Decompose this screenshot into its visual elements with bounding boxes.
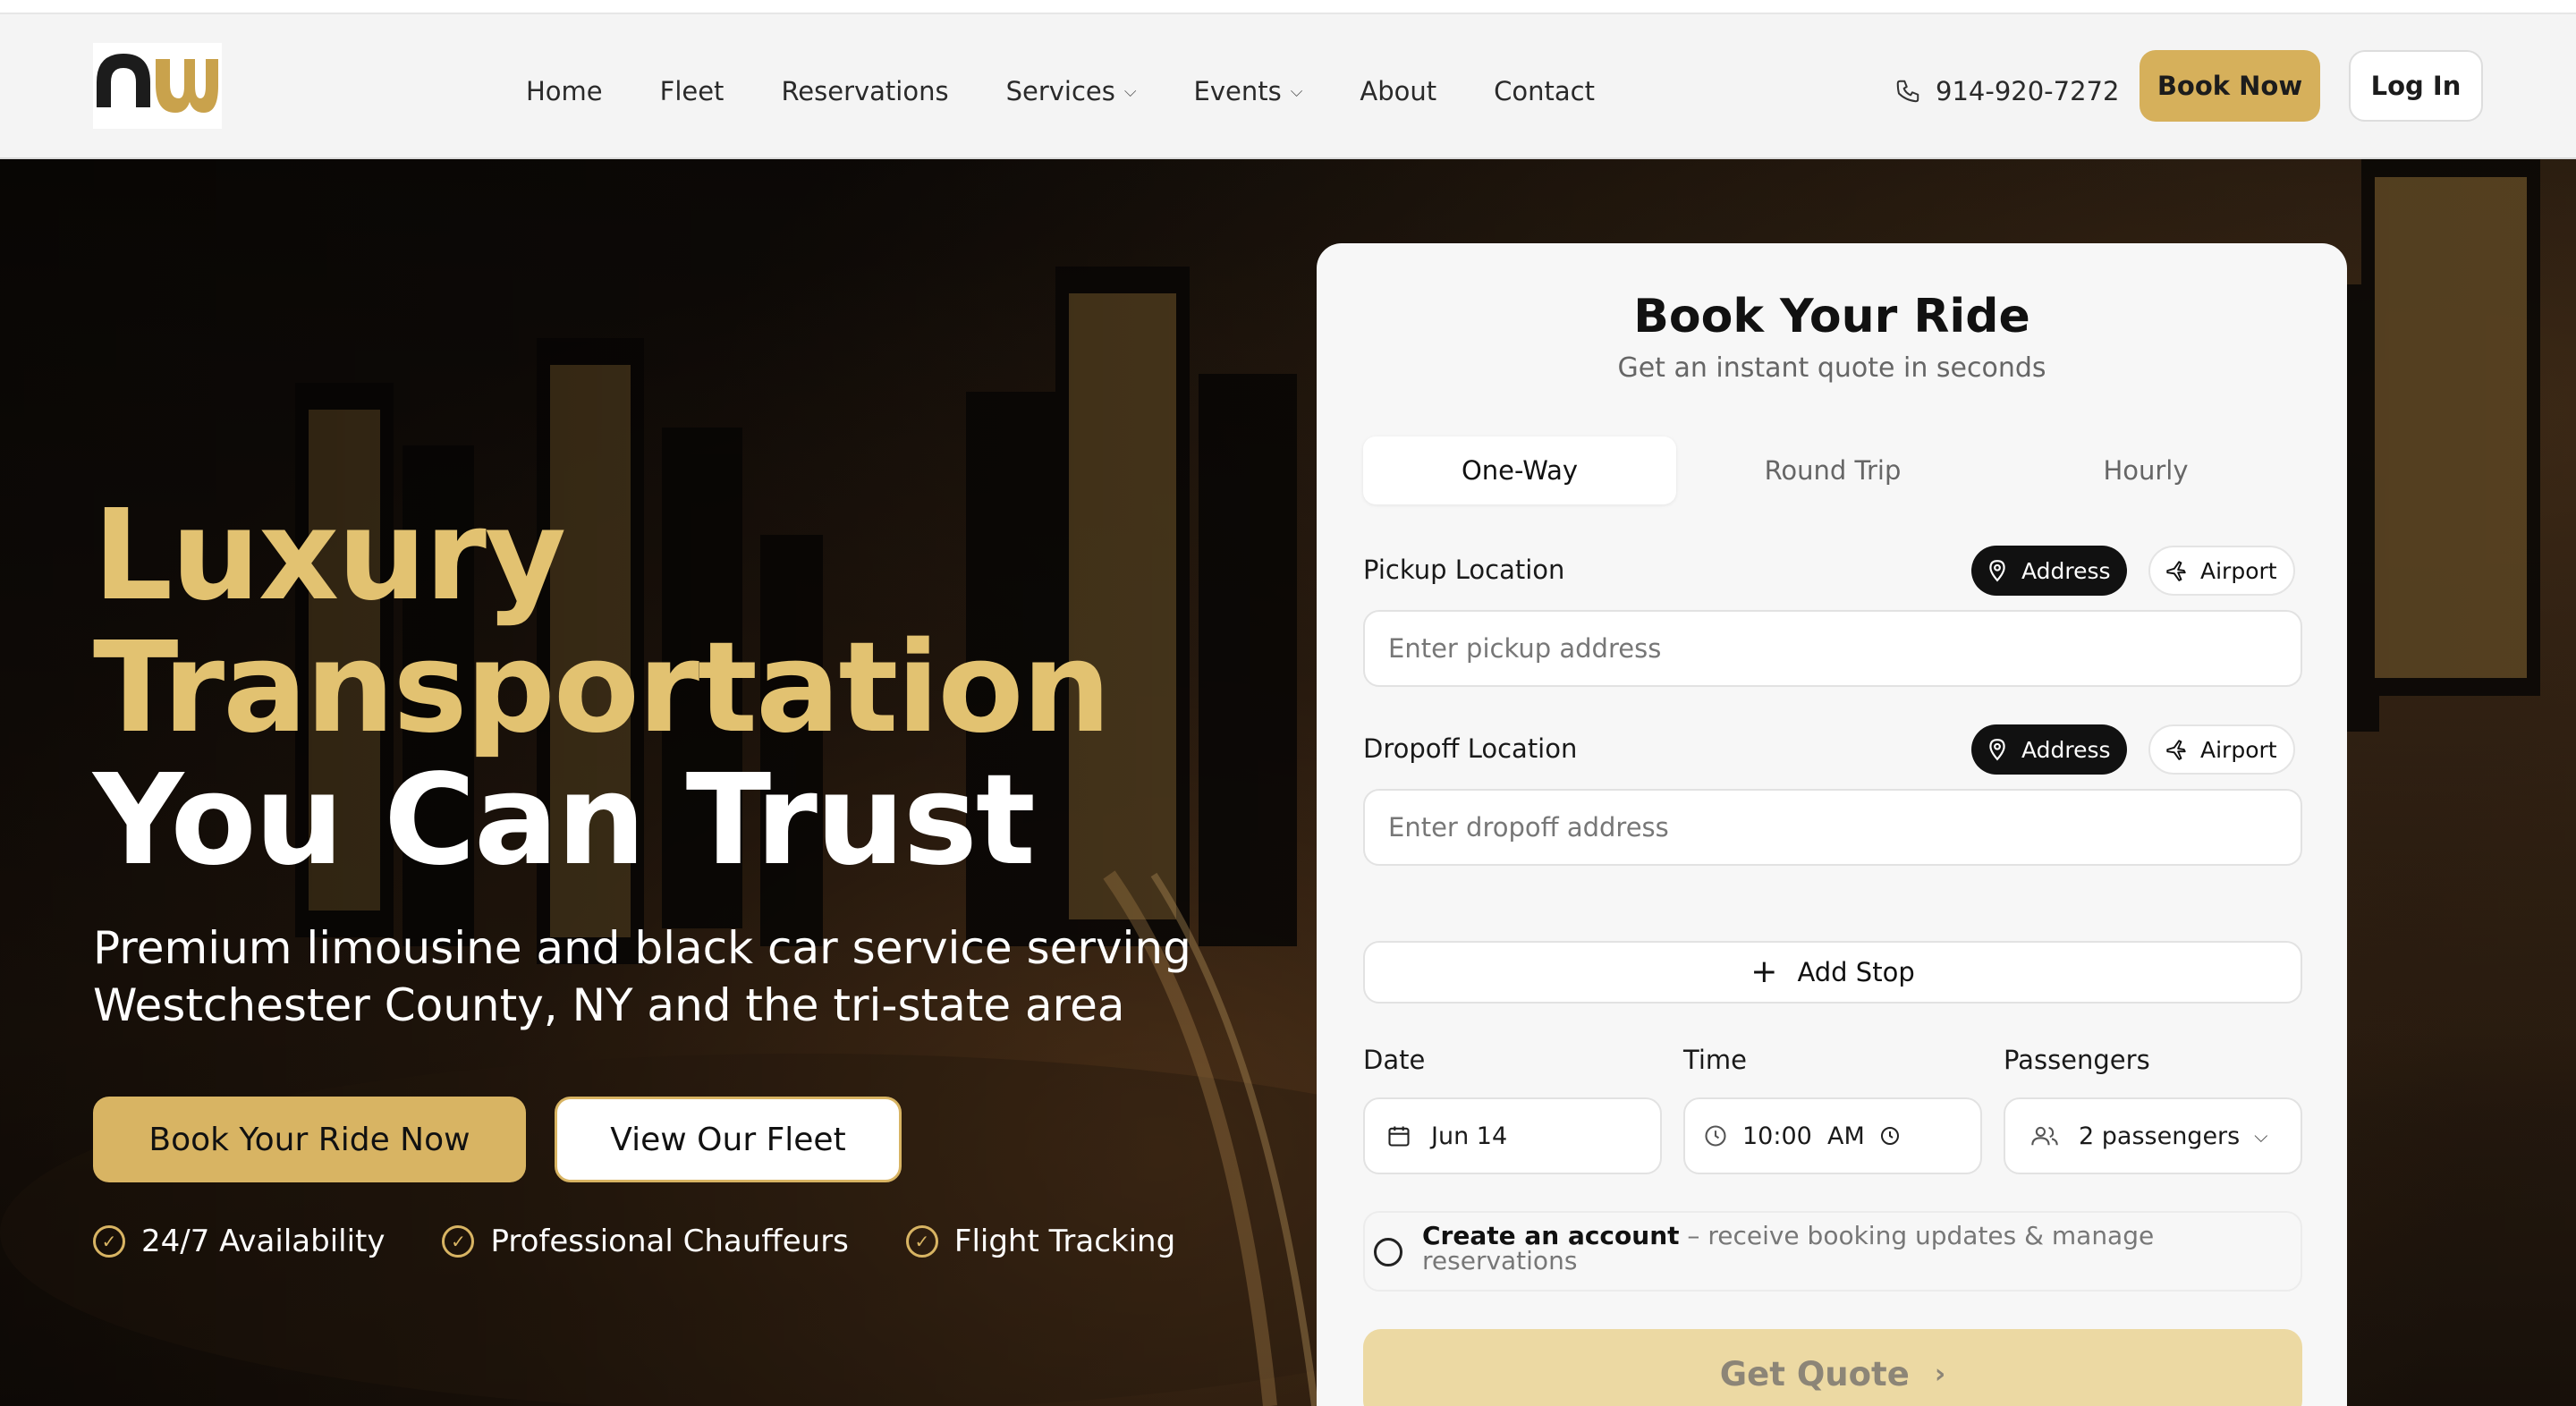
pickup-address-toggle[interactable]: Address (1971, 546, 2127, 596)
book-your-ride-button[interactable]: Book Your Ride Now (93, 1097, 526, 1182)
map-pin-icon (1989, 560, 2005, 582)
hero-headline: Luxury Transportation You Can Trust (93, 483, 1111, 894)
pickup-label: Pickup Location (1363, 555, 1565, 585)
nav-label: Services (1005, 76, 1115, 106)
nav-events[interactable]: Events ⌵ (1194, 76, 1303, 106)
headline-line-2: Transportation (93, 615, 1111, 761)
dropoff-label: Dropoff Location (1363, 733, 1578, 764)
clock-small-icon (1880, 1127, 1899, 1145)
nav-reservations[interactable]: Reservations (781, 76, 948, 106)
headline-line-3: You Can Trust (93, 748, 1036, 894)
map-pin-icon (1989, 739, 2005, 761)
tab-round-trip[interactable]: Round Trip (1676, 436, 1989, 504)
toggle-label: Airport (2200, 736, 2277, 763)
nav-label: Contact (1494, 76, 1595, 106)
trip-type-tabs: One-Way Round Trip Hourly (1363, 436, 2302, 504)
nav-services[interactable]: Services ⌵ (1006, 76, 1137, 106)
browser-top-strip (0, 0, 2576, 14)
create-account-text: Create an account – receive booking upda… (1422, 1224, 2227, 1274)
check-circle-icon: ✓ (442, 1225, 475, 1258)
add-stop-button[interactable]: + Add Stop (1363, 941, 2302, 1004)
date-value: Jun 14 (1431, 1122, 1508, 1150)
calendar-icon (1388, 1126, 1410, 1147)
hero-subheading: Premium limousine and black car service … (93, 922, 1191, 1031)
site-header: Home Fleet Reservations Services ⌵ Events… (0, 14, 2576, 159)
nav-fleet[interactable]: Fleet (660, 76, 724, 106)
headline-line-1: Luxury (93, 483, 566, 629)
dropoff-address-input[interactable] (1363, 789, 2302, 866)
nav-about[interactable]: About (1360, 76, 1436, 106)
nav-home[interactable]: Home (526, 76, 603, 106)
check-circle-icon: ✓ (905, 1225, 938, 1258)
feature-list: ✓ 24/7 Availability ✓ Professional Chauffe… (93, 1224, 1233, 1259)
chevron-down-icon: ⌵ (1290, 81, 1303, 101)
chevron-down-icon: ⌵ (2254, 1125, 2268, 1147)
tab-hourly[interactable]: Hourly (1989, 436, 2302, 504)
chevron-right-icon: › (1934, 1358, 1946, 1390)
booking-title: Book Your Ride (1633, 290, 2030, 343)
nav-label: Home (526, 76, 603, 106)
create-account-option[interactable]: Create an account – receive booking upda… (1363, 1211, 2302, 1292)
chevron-down-icon: ⌵ (1123, 81, 1137, 101)
phone-icon (1896, 80, 1919, 103)
booking-card: Book Your Ride Get an instant quote in s… (1317, 243, 2347, 1406)
feature-label: Professional Chauffeurs (490, 1224, 849, 1259)
phone-number: 914-920-7272 (1936, 76, 2120, 106)
get-quote-label: Get Quote (1719, 1354, 1910, 1393)
users-icon (2031, 1126, 2058, 1146)
add-stop-label: Add Stop (1797, 957, 1915, 987)
feature-item: ✓ Flight Tracking (905, 1224, 1176, 1259)
clock-icon (1705, 1125, 1726, 1147)
dropoff-airport-toggle[interactable]: Airport (2148, 724, 2295, 775)
nav-label: Events (1193, 76, 1282, 106)
check-circle-icon: ✓ (93, 1225, 125, 1258)
feature-label: Flight Tracking (953, 1224, 1176, 1259)
logo[interactable] (93, 43, 222, 129)
booking-subtitle: Get an instant quote in seconds (1617, 352, 2046, 384)
nav-label: Fleet (659, 76, 724, 106)
passengers-label: Passengers (2004, 1045, 2150, 1075)
login-button[interactable]: Log In (2349, 50, 2483, 122)
phone-link[interactable]: 914-920-7272 (1894, 66, 2119, 116)
view-fleet-button[interactable]: View Our Fleet (555, 1097, 902, 1182)
main-nav: Home Fleet Reservations Services ⌵ Events… (526, 66, 1652, 116)
passengers-select[interactable]: 2 passengers ⌵ (2004, 1097, 2302, 1174)
pickup-airport-toggle[interactable]: Airport (2148, 546, 2295, 596)
feature-label: 24/7 Availability (141, 1224, 386, 1259)
time-value: 10:00 AM (1742, 1122, 1865, 1150)
date-label: Date (1363, 1045, 1426, 1075)
toggle-label: Address (2021, 736, 2111, 763)
plus-icon: + (1750, 953, 1778, 990)
nav-label: Reservations (781, 76, 949, 106)
pickup-address-input[interactable] (1363, 610, 2302, 687)
time-picker[interactable]: 10:00 AM (1683, 1097, 1982, 1174)
time-label: Time (1683, 1045, 1747, 1075)
airplane-icon (2166, 740, 2186, 760)
nav-contact[interactable]: Contact (1494, 76, 1595, 106)
get-quote-button[interactable]: Get Quote › (1363, 1329, 2302, 1406)
date-picker[interactable]: Jun 14 (1363, 1097, 1662, 1174)
create-account-radio[interactable] (1374, 1238, 1402, 1266)
passengers-value: 2 passengers (2079, 1122, 2241, 1150)
dropoff-address-toggle[interactable]: Address (1971, 724, 2127, 775)
tab-one-way[interactable]: One-Way (1363, 436, 1676, 504)
toggle-label: Address (2021, 557, 2111, 584)
book-now-button[interactable]: Book Now (2140, 50, 2320, 122)
nw-logo-mark (97, 54, 218, 113)
airplane-icon (2166, 561, 2186, 581)
toggle-label: Airport (2200, 557, 2277, 584)
feature-item: ✓ 24/7 Availability (93, 1224, 385, 1259)
feature-item: ✓ Professional Chauffeurs (442, 1224, 849, 1259)
nav-label: About (1360, 76, 1437, 106)
